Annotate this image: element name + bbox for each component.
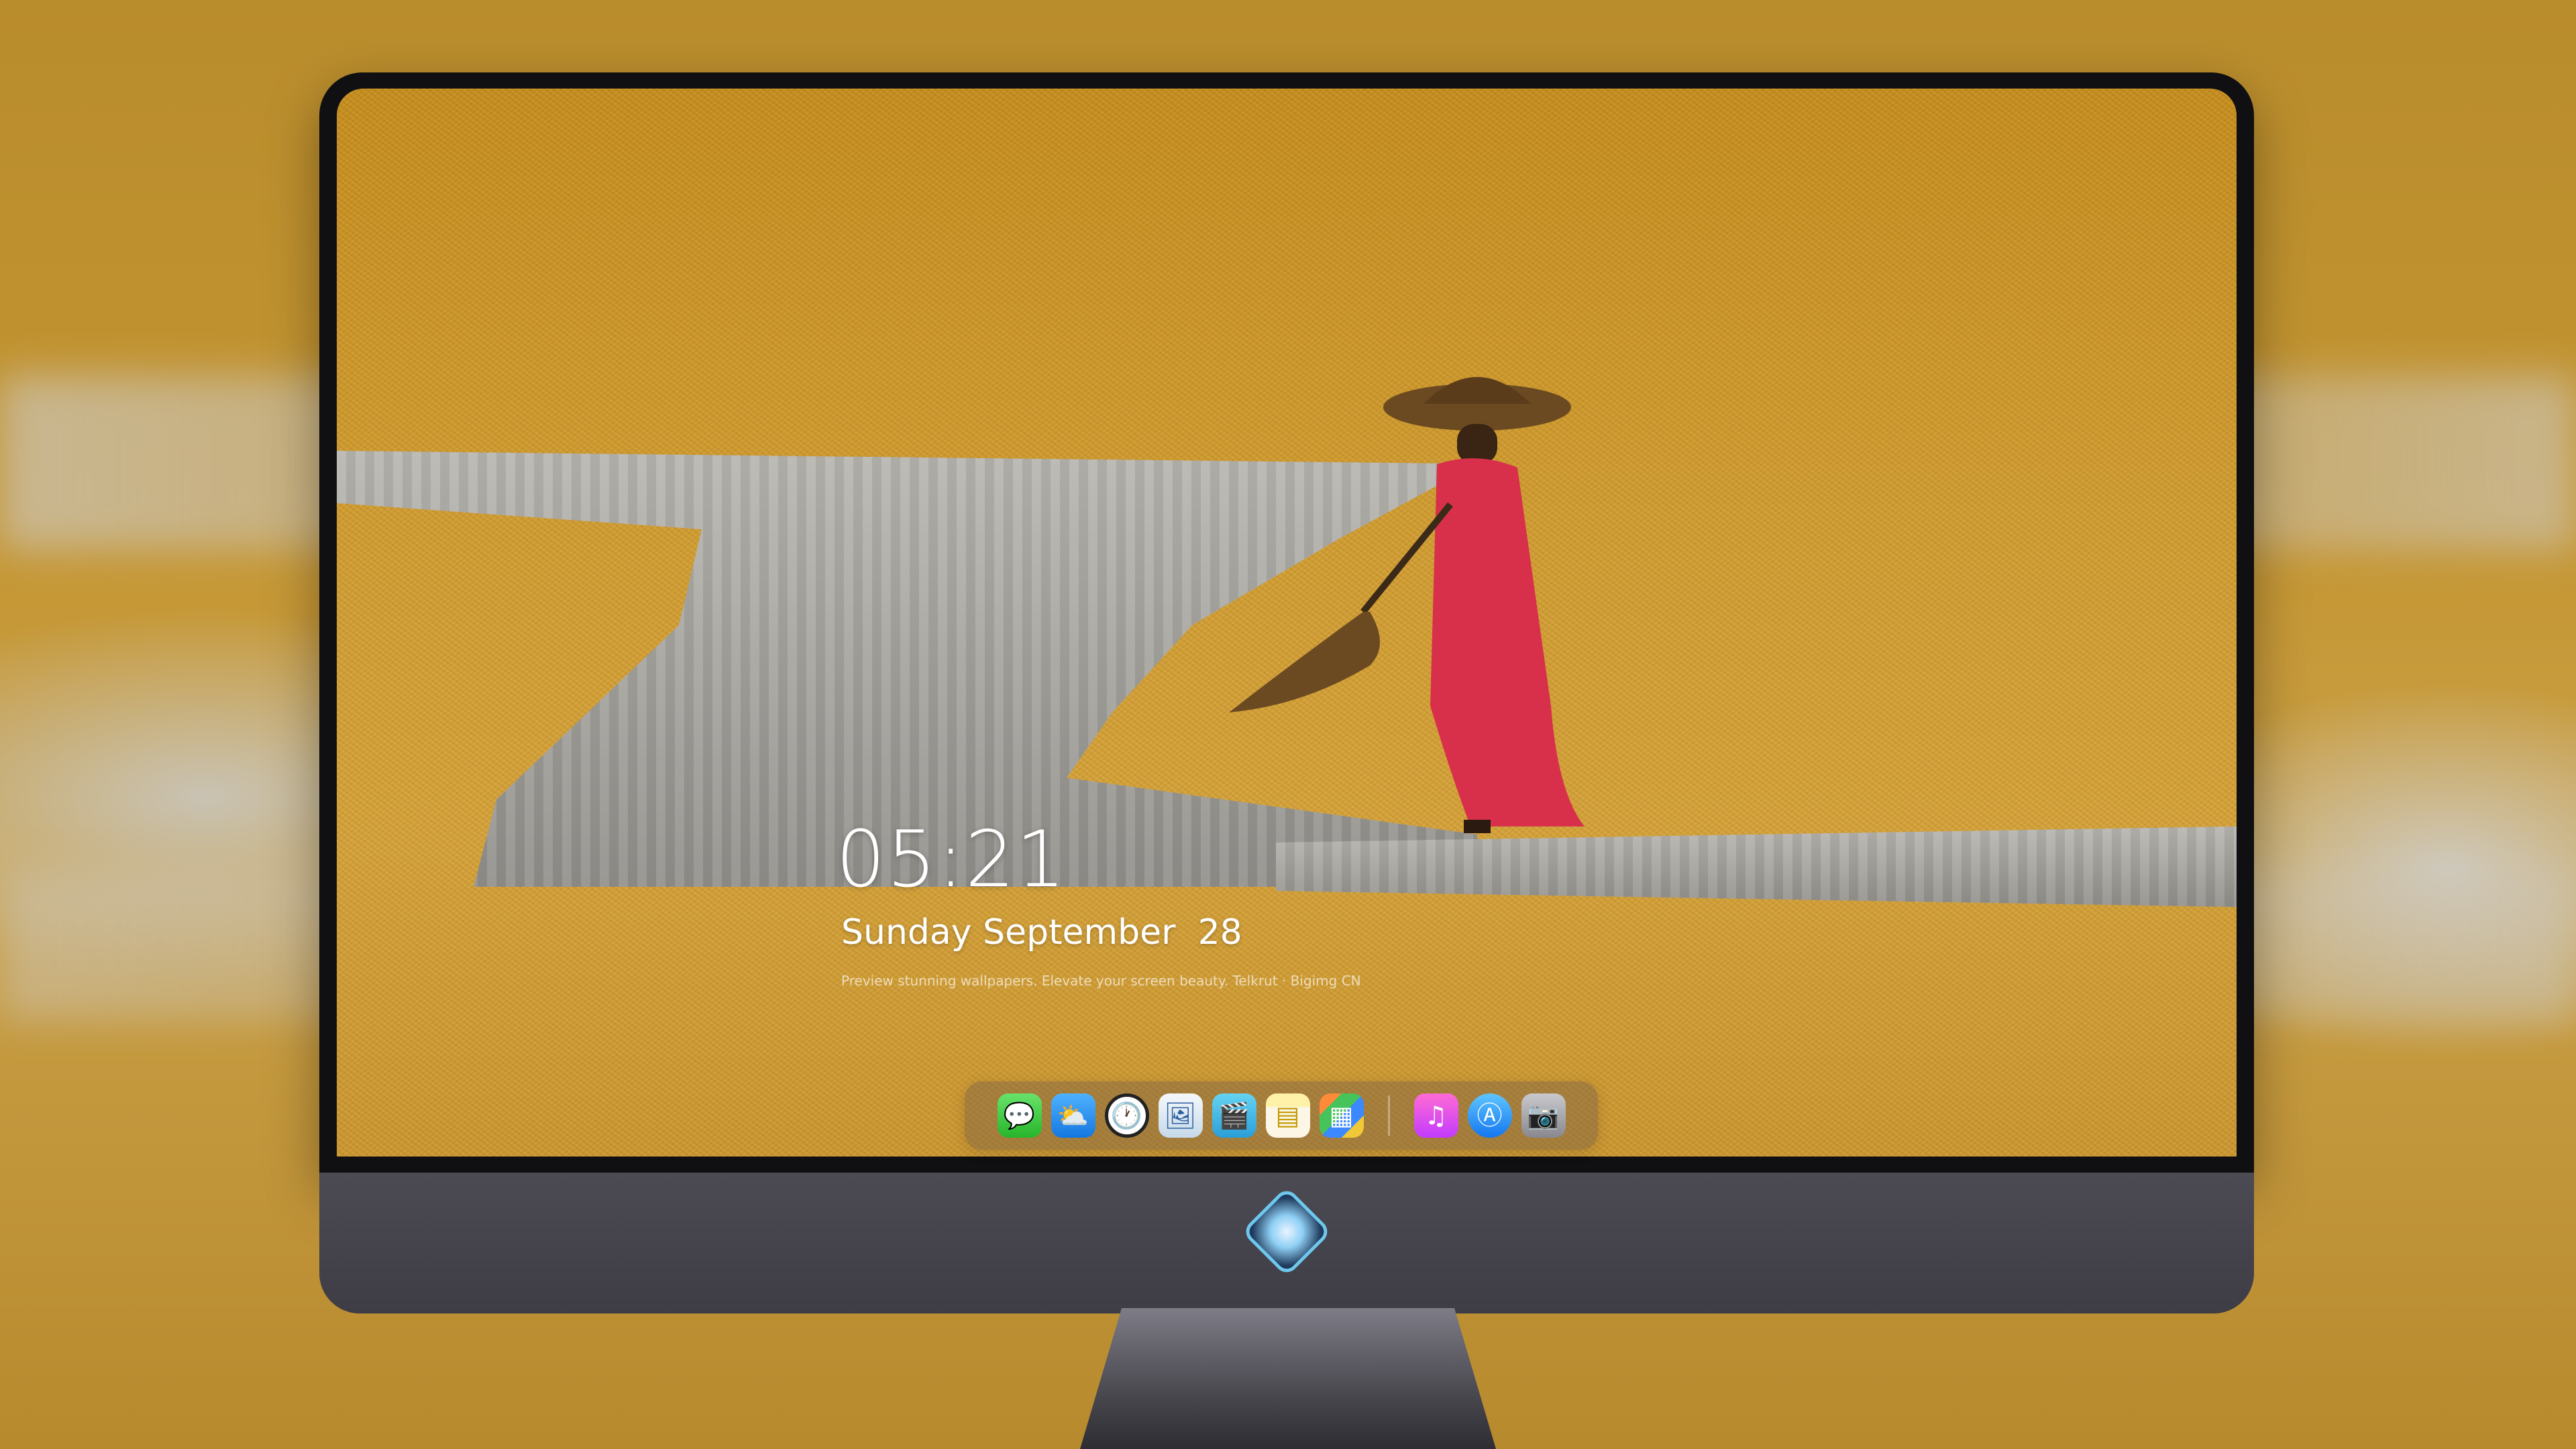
- clock-app-icon[interactable]: 🕐: [1104, 1093, 1149, 1138]
- clips-app-icon[interactable]: 🎬: [1212, 1093, 1256, 1138]
- wallpaper-figure: [1229, 377, 1585, 833]
- screen[interactable]: 05:21 Sunday September 28 Preview stunni…: [337, 89, 2237, 1157]
- dock-separator: [1387, 1095, 1390, 1136]
- music-app-icon[interactable]: ♫: [1413, 1093, 1458, 1138]
- weather-app-icon[interactable]: ⛅: [1051, 1093, 1095, 1138]
- lockscreen-date: Sunday September 28: [841, 912, 1242, 953]
- notes-app-icon[interactable]: ▤: [1265, 1093, 1310, 1138]
- monitor-bezel: 05:21 Sunday September 28 Preview stunni…: [319, 72, 2254, 1173]
- wallpaper-caption[interactable]: Preview stunning wallpapers. Elevate you…: [841, 973, 1361, 989]
- photos-app-icon[interactable]: ▦: [1319, 1093, 1364, 1138]
- preview-app-icon[interactable]: 🖼: [1158, 1093, 1203, 1138]
- messages-app-icon[interactable]: 💬: [997, 1093, 1042, 1138]
- monitor-stand: [1080, 1308, 1496, 1449]
- app-store-icon[interactable]: Ⓐ: [1467, 1093, 1512, 1138]
- lockscreen-time: 05:21: [836, 814, 1067, 905]
- camera-app-icon[interactable]: 📷: [1521, 1093, 1566, 1138]
- dock: 💬 ⛅ 🕐 🖼 🎬 ▤ ▦ ♫ Ⓐ 📷: [965, 1081, 1598, 1150]
